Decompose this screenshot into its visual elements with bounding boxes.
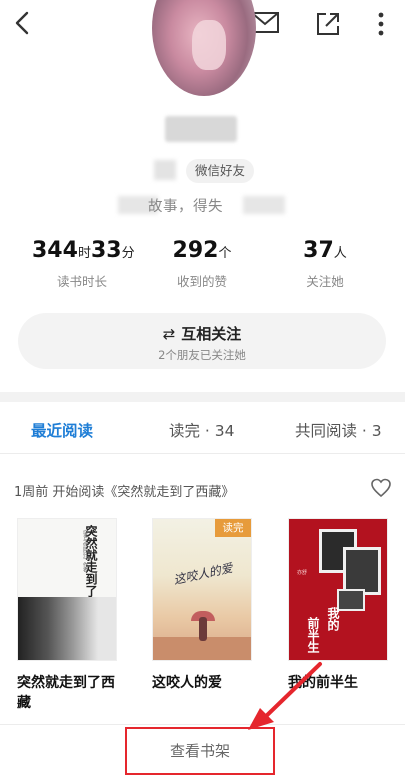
book-title: 突然就走到了西藏: [17, 675, 115, 711]
cover-photo: [18, 597, 116, 660]
more-vertical-icon[interactable]: [370, 10, 392, 38]
book-cover[interactable]: 突然就走到了西藏 《谁与你同行》作者: [17, 518, 117, 661]
share-icon[interactable]: [314, 10, 342, 38]
stat-label: 收到的赞: [176, 274, 227, 289]
book-item[interactable]: 突然就走到了西藏 《谁与你同行》作者 突然就走到了西藏: [17, 518, 117, 713]
chevron-left-icon[interactable]: [8, 8, 38, 38]
book-cover[interactable]: 读完 这咬人的爱: [152, 518, 252, 661]
finished-badge: 读完: [215, 519, 251, 537]
cover-title: 我的: [326, 607, 340, 631]
follow-subtext: 2个朋友已关注她: [158, 348, 246, 362]
stat-value: 344时33分: [32, 238, 135, 263]
stat-value: 292个: [172, 238, 232, 263]
blurred-text: [154, 160, 176, 180]
exchange-icon: ⇄: [162, 325, 176, 343]
view-bookshelf-button[interactable]: 查看书架: [125, 727, 275, 775]
user-name-blurred: [165, 116, 237, 142]
cover-subtitle: 《谁与你同行》作者: [82, 527, 88, 572]
cover-title: 这咬人的爱: [172, 560, 234, 588]
stat-value: 37人: [303, 238, 347, 263]
wechat-friend-badge: 微信好友: [186, 159, 255, 183]
section-divider: [0, 392, 405, 402]
blurred-text: [243, 196, 285, 214]
cover-title: 前半生: [306, 617, 320, 653]
user-bio: 故事，得失: [0, 193, 405, 217]
cover-photo: [343, 547, 381, 595]
book-item[interactable]: 读完 这咬人的爱 这咬人的爱: [152, 518, 252, 693]
cover-figure: [199, 617, 207, 641]
book-title: 这咬人的爱: [152, 675, 222, 691]
activity-text: 1周前 开始阅读《突然就走到了西藏》: [14, 485, 235, 500]
follow-label-row: ⇄ 互相关注: [162, 325, 242, 343]
stat-label: 读书时长: [56, 274, 107, 289]
tab-bar: 最近阅读 读完 · 34 共同阅读 · 3: [0, 402, 405, 454]
bottom-divider: [0, 724, 405, 725]
bio-text: 故事，得失: [148, 199, 223, 215]
stat-followers[interactable]: 37人 关注她: [285, 238, 365, 290]
tab-recent-reading[interactable]: 最近阅读: [31, 419, 93, 441]
book-cover[interactable]: 亦舒 前半生 我的: [288, 518, 388, 661]
stat-likes-received[interactable]: 292个 收到的赞: [157, 238, 247, 290]
annotation-arrow-icon: [248, 662, 322, 730]
stat-label: 关注她: [306, 274, 344, 289]
cover-subtitle: 亦舒: [297, 570, 308, 576]
mutual-follow-button[interactable]: ⇄ 互相关注 2个朋友已关注她: [18, 313, 386, 369]
avatar[interactable]: [152, 0, 256, 96]
heart-icon[interactable]: [370, 478, 392, 498]
stat-reading-time[interactable]: 344时33分 读书时长: [32, 238, 135, 290]
tab-finished[interactable]: 读完 · 34: [169, 419, 235, 441]
tab-common-reading[interactable]: 共同阅读 · 3: [295, 419, 382, 441]
